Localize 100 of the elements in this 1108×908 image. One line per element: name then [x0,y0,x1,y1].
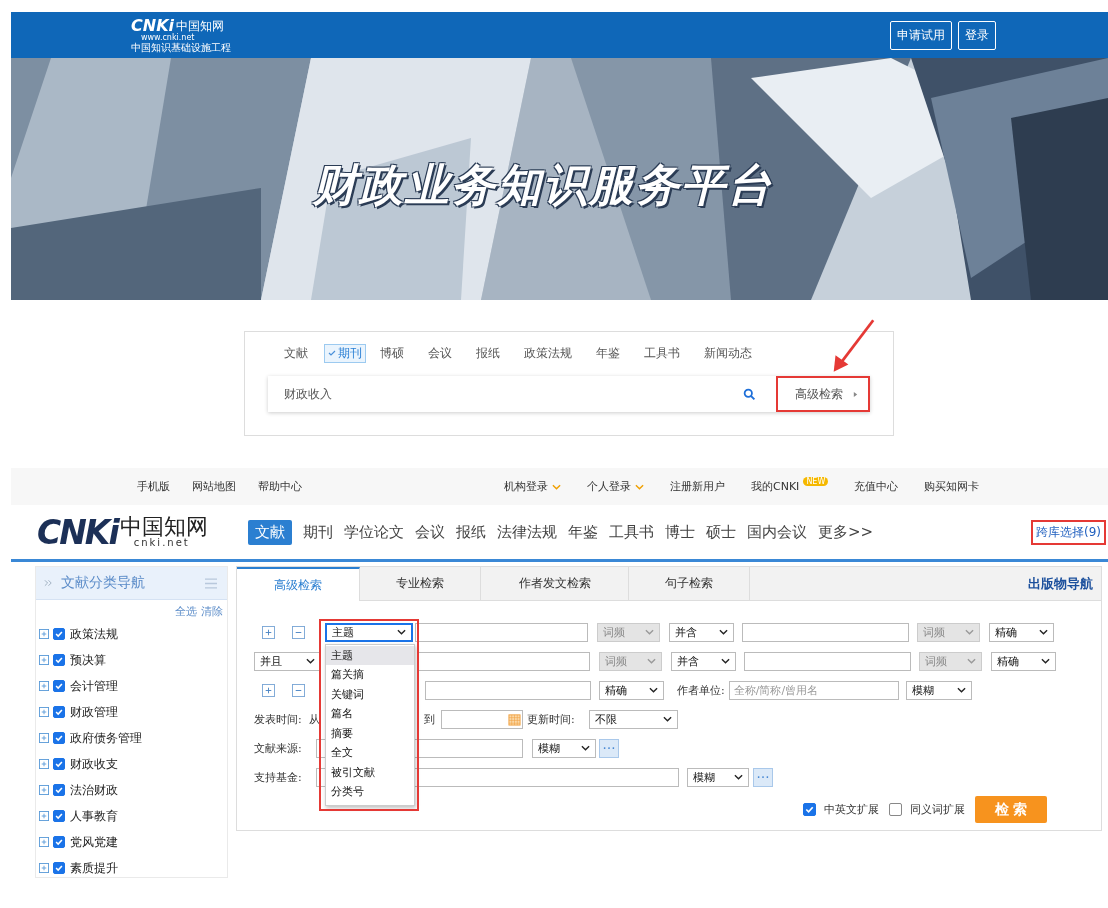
text-field[interactable]: 全称/简称/曾用名 [728,680,899,700]
top-link[interactable]: 购买知网卡 [924,479,980,494]
category-label[interactable]: 政府债务管理 [70,729,142,747]
text-field[interactable] [415,622,588,642]
checkbox[interactable] [53,680,65,692]
dropdown-option[interactable]: 关键词 [326,684,414,704]
top-link[interactable]: 网站地图 [192,479,236,494]
select-all-link[interactable]: 全选 [175,604,197,619]
search-field[interactable]: 财政收入 高级检索 [268,376,870,412]
option-label[interactable]: 中英文扩展 [824,802,879,817]
expand-icon[interactable] [39,629,49,639]
category-label[interactable]: 预决算 [70,651,106,669]
checkbox[interactable] [53,706,65,718]
expand-icon[interactable] [39,655,49,665]
nav-tab[interactable]: 会议 [415,520,445,544]
option-label[interactable]: 同义词扩展 [910,802,965,817]
select-field[interactable]: 模糊 [905,680,972,700]
checkbox[interactable] [53,784,65,796]
nav-tab[interactable]: 文献 [248,519,292,545]
category-label[interactable]: 党风党建 [70,833,118,851]
clear-link[interactable]: 清除 [201,604,223,619]
select-field[interactable]: 精确 [599,680,664,700]
category-label[interactable]: 政策法规 [70,625,118,643]
checkbox[interactable] [53,758,65,770]
cross-database-link[interactable]: 跨库选择(9) [1031,520,1106,545]
header-button[interactable]: 登录 [958,20,996,50]
search-mode-tab[interactable]: 作者发文检索 [481,567,629,600]
header-button[interactable]: 申请试用 [890,20,952,50]
remove-row-icon[interactable] [292,683,305,697]
select-field[interactable]: 精确 [991,651,1056,671]
nav-tab[interactable]: 博士 [665,520,695,544]
nav-tab[interactable]: 国内会议 [747,520,807,544]
dropdown-option[interactable]: 全文 [326,743,414,763]
menu-icon[interactable] [205,577,217,589]
more-button[interactable] [599,738,619,758]
nav-tab[interactable]: 期刊 [303,520,333,544]
nav-tab[interactable]: 学位论文 [344,520,404,544]
search-tab[interactable]: 期刊 [324,343,366,363]
text-field[interactable] [742,622,909,642]
checkbox[interactable] [53,654,65,666]
top-link[interactable]: 注册新用户 [670,479,725,494]
select-field[interactable]: 并含 [669,622,734,642]
search-tab[interactable]: 博硕 [380,344,404,362]
calendar-icon[interactable] [508,712,521,726]
search-mode-tab[interactable]: 高级检索 [237,567,360,601]
expand-icon[interactable] [39,837,49,847]
text-field[interactable] [425,680,591,700]
top-link[interactable]: 手机版 [137,479,170,494]
expand-icon[interactable] [39,863,49,873]
text-field[interactable] [744,651,911,671]
select-field[interactable]: 模糊 [687,767,749,787]
checkbox[interactable] [889,803,902,816]
category-label[interactable]: 素质提升 [70,859,118,877]
search-tab[interactable]: 文献 [284,344,308,362]
top-link[interactable]: 帮助中心 [258,479,302,494]
checkbox[interactable] [53,836,65,848]
select-field[interactable]: 不限 [589,709,678,729]
category-label[interactable]: 人事教育 [70,807,118,825]
nav-tab[interactable]: 硕士 [706,520,736,544]
nav-tab[interactable]: 年鉴 [568,520,598,544]
remove-row-icon[interactable] [292,625,305,639]
select-field[interactable]: 模糊 [532,738,596,758]
search-tab[interactable]: 年鉴 [596,344,620,362]
search-tab[interactable]: 新闻动态 [704,344,752,362]
expand-icon[interactable] [39,681,49,691]
category-label[interactable]: 财政管理 [70,703,118,721]
expand-icon[interactable] [39,707,49,717]
date-field[interactable] [441,709,523,729]
expand-icon[interactable] [39,811,49,821]
top-link[interactable]: 我的CNKI [751,479,800,494]
expand-icon[interactable] [39,759,49,769]
add-row-icon[interactable] [262,683,275,697]
checkbox[interactable] [803,803,816,816]
search-icon[interactable] [743,387,756,401]
nav-tab[interactable]: 更多>> [818,520,874,544]
dropdown-option[interactable]: 主题 [326,645,414,665]
dropdown-option[interactable]: 分类号 [326,782,414,802]
category-label[interactable]: 法治财政 [70,781,118,799]
nav-tab[interactable]: 法律法规 [497,520,557,544]
nav-tab[interactable]: 报纸 [456,520,486,544]
select-field[interactable]: 主题 [325,622,413,642]
checkbox[interactable] [53,862,65,874]
search-tab[interactable]: 政策法规 [524,344,572,362]
add-row-icon[interactable] [262,625,275,639]
more-button[interactable] [753,767,773,787]
category-label[interactable]: 财政收支 [70,755,118,773]
select-field[interactable]: 并且 [254,651,321,671]
dropdown-option[interactable]: 篇名 [326,704,414,724]
search-tab[interactable]: 工具书 [644,344,680,362]
dropdown-option[interactable]: 篇关摘 [326,665,414,685]
category-label[interactable]: 会计管理 [70,677,118,695]
select-field[interactable]: 并含 [671,651,736,671]
publication-nav-link[interactable]: 出版物导航 [1028,574,1093,593]
nav-tab[interactable]: 工具书 [609,520,654,544]
search-mode-tab[interactable]: 句子检索 [629,567,750,600]
dropdown-option[interactable]: 被引文献 [326,762,414,782]
top-link[interactable]: 机构登录 [504,479,548,494]
top-link[interactable]: 充值中心 [854,479,899,494]
checkbox[interactable] [53,810,65,822]
dropdown-option[interactable]: 摘要 [326,723,414,743]
